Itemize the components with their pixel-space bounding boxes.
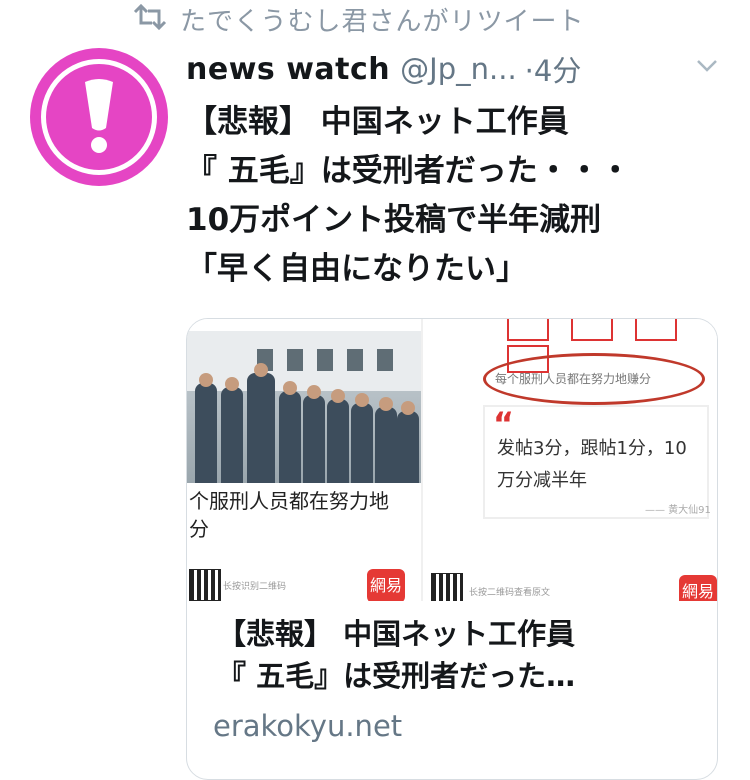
qr-caption: 长按识别二维码	[223, 582, 287, 592]
quote-source: —— 黄大仙91	[645, 505, 711, 516]
retweet-context[interactable]: たでくうむし君さんがリツイート	[132, 2, 585, 37]
netease-logo-icon: 網易	[679, 575, 717, 601]
quote-line: 万分减半年	[497, 470, 587, 491]
qr-code-icon	[189, 569, 221, 601]
tweet-header: news watch @Jp_n... ·4分	[186, 46, 581, 92]
link-preview-card[interactable]: 个服刑人员都在努力地 分 长按识别二维码 網易 每个服刑人员都在努力地赚分 “ …	[186, 318, 718, 780]
card-title-line: 『 五毛』は受刑者だった…	[217, 659, 576, 693]
card-image-left-panel: 个服刑人员都在努力地 分 长按识别二维码 網易	[187, 319, 423, 601]
highlighted-sentence: 每个服刑人员都在努力地赚分	[495, 372, 652, 386]
tweet-timestamp[interactable]: ·4分	[525, 48, 582, 90]
author-handle[interactable]: @Jp_n...	[400, 52, 517, 86]
exclamation-icon	[85, 79, 113, 153]
retweet-icon	[132, 3, 168, 35]
netease-logo-icon: 網易	[367, 569, 405, 601]
prisoners-photo	[187, 331, 421, 483]
author-name[interactable]: news watch	[186, 52, 390, 87]
tweet-text: 【悲報】 中国ネット工作員 『 五毛』は受刑者だった・・・ 10万ポイント投稿で…	[186, 98, 731, 294]
quote-text: 发帖3分，跟帖1分，10 万分减半年	[497, 433, 702, 497]
card-image: 个服刑人员都在努力地 分 长按识别二维码 網易 每个服刑人员都在努力地赚分 “ …	[187, 319, 717, 601]
quote-box: “ 发帖3分，跟帖1分，10 万分减半年 —— 黄大仙91	[483, 405, 711, 519]
qr-code-icon	[431, 573, 463, 601]
avatar[interactable]	[30, 48, 168, 186]
caption-line: 个服刑人员都在努力地	[189, 489, 389, 513]
caption-line: 分	[189, 517, 209, 541]
retweet-label: たでくうむし君さんがリツイート	[180, 6, 585, 37]
tweet-text-line: 【悲報】 中国ネット工作員	[186, 104, 569, 140]
chevron-down-icon[interactable]	[695, 58, 719, 78]
card-title-line: 【悲報】 中国ネット工作員	[217, 617, 576, 651]
qr-caption: 长按二维码查看原文	[469, 588, 551, 598]
card-title[interactable]: 【悲報】 中国ネット工作員 『 五毛』は受刑者だった…	[217, 613, 697, 697]
quote-line: 发帖3分，跟帖1分，10	[497, 438, 687, 459]
tweet-text-line: 「早く自由になりたい」	[186, 251, 527, 287]
card-domain[interactable]: erakokyu.net	[213, 709, 402, 743]
tweet-text-line: 『 五毛』は受刑者だった・・・	[186, 153, 631, 189]
card-image-right-panel: 每个服刑人员都在努力地赚分 “ 发帖3分，跟帖1分，10 万分减半年 —— 黄大…	[423, 319, 717, 601]
tweet-text-line: 10万ポイント投稿で半年減刑	[186, 202, 602, 238]
left-panel-caption: 个服刑人员都在努力地 分	[187, 487, 423, 543]
